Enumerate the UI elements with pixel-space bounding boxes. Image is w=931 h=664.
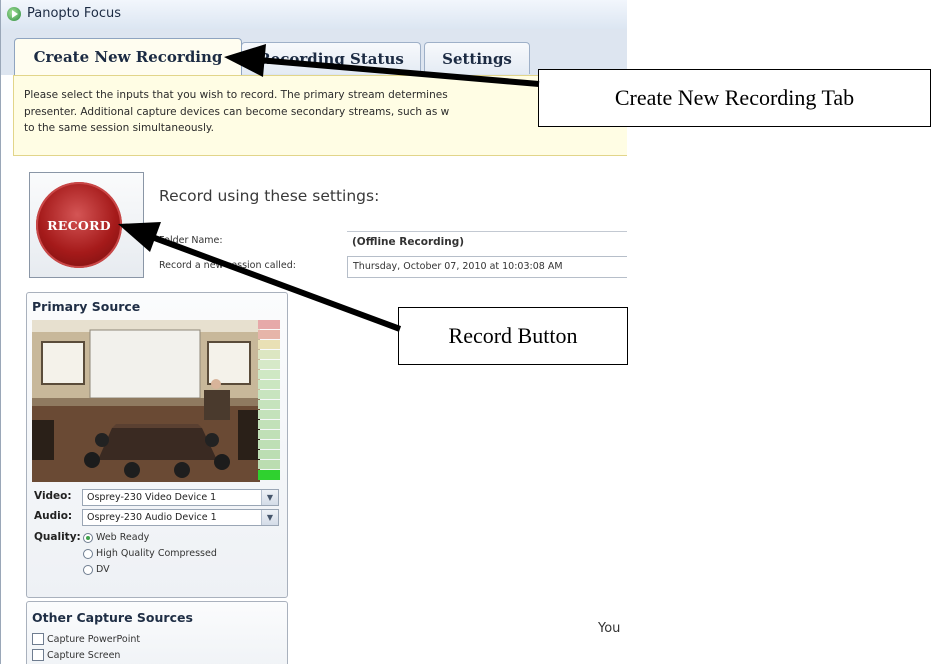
arrow-to-tab [257,57,540,87]
arrow-head-icon [118,222,161,252]
annotation-arrows [118,44,540,332]
arrow-to-record-button [150,234,402,332]
arrow-head-icon [224,44,266,77]
